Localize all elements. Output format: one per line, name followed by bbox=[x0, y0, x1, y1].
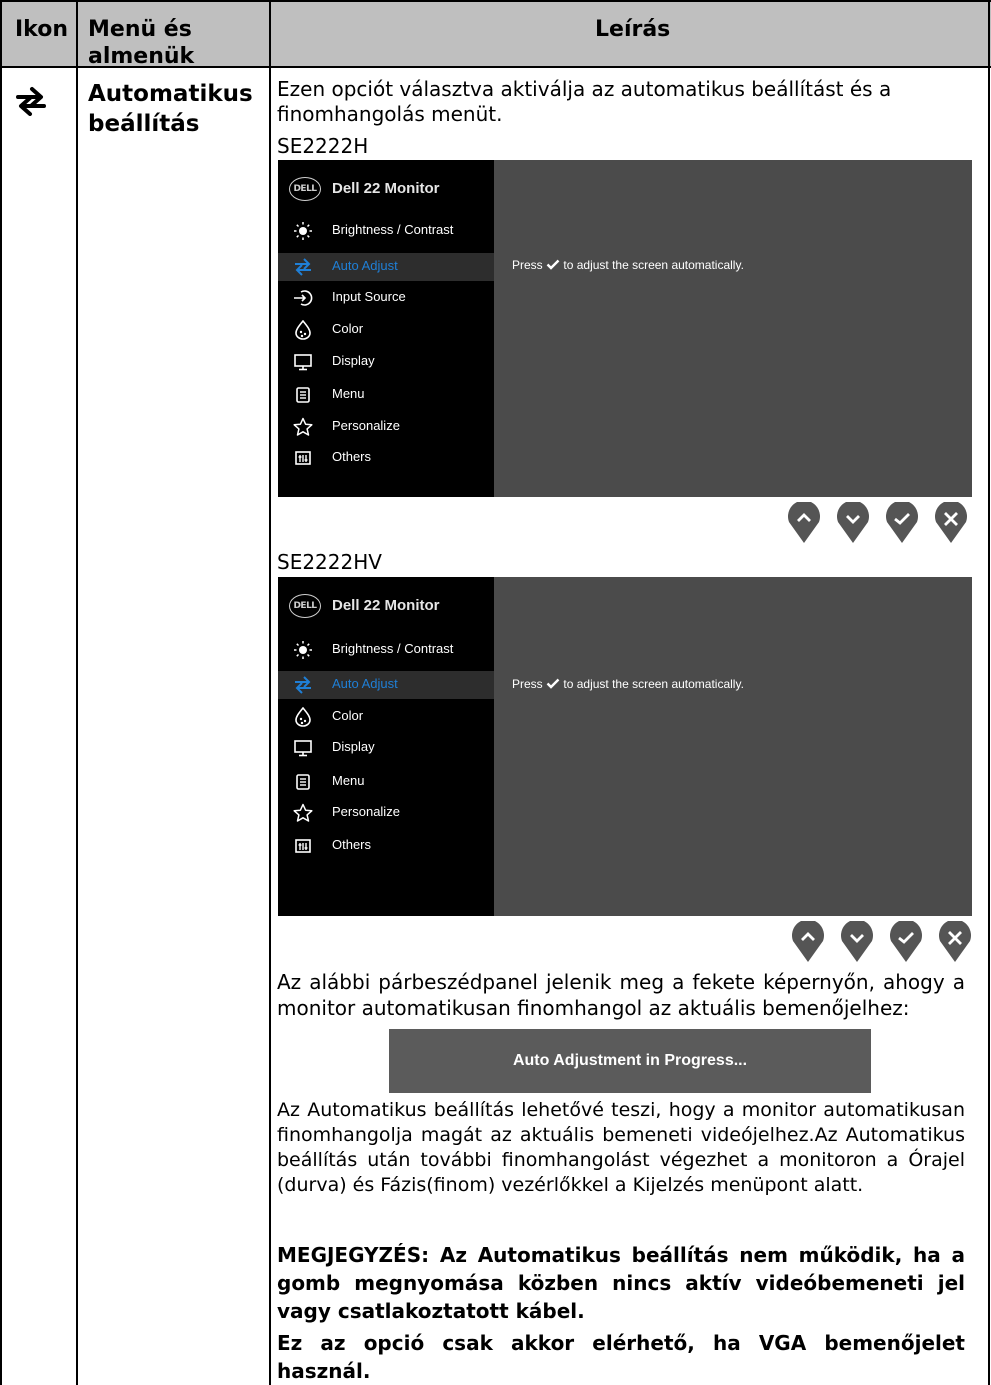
osd-item-label: Menu bbox=[332, 386, 365, 401]
others-icon bbox=[295, 839, 311, 853]
brightness-icon bbox=[294, 641, 312, 659]
header-description: Leírás bbox=[595, 17, 671, 42]
osd-item-label: Auto Adjust bbox=[332, 676, 398, 691]
osd-title: Dell 22 Monitor bbox=[332, 180, 440, 197]
check-icon bbox=[546, 259, 560, 270]
close-button[interactable] bbox=[934, 502, 968, 544]
display-icon bbox=[294, 354, 312, 371]
star-icon bbox=[293, 803, 313, 822]
menu-name: Automatikus beállítás bbox=[88, 81, 253, 137]
osd-item-color[interactable]: Color bbox=[278, 703, 494, 731]
auto-adjust-icon bbox=[295, 258, 311, 276]
table-border-top bbox=[0, 0, 991, 2]
osd-item-label: Color bbox=[332, 321, 364, 336]
model-label-2: SE2222HV bbox=[277, 550, 382, 574]
menu-icon bbox=[296, 774, 310, 790]
osd-item-input-source[interactable]: Input Source bbox=[278, 284, 494, 312]
osd-item-brightness[interactable]: Brightness / Contrast bbox=[278, 217, 494, 245]
osd-item-label: Others bbox=[332, 837, 372, 852]
down-button[interactable] bbox=[840, 921, 874, 963]
header-menu: Menü és almenük bbox=[88, 17, 195, 69]
osd-item-menu[interactable]: Menu bbox=[278, 768, 494, 796]
osd-item-others[interactable]: Others bbox=[278, 444, 494, 472]
osd-item-label: Display bbox=[332, 739, 375, 754]
osd-item-label: Color bbox=[332, 708, 364, 723]
confirm-button[interactable] bbox=[885, 502, 919, 544]
osd-item-label: Display bbox=[332, 353, 375, 368]
osd-item-display[interactable]: Display bbox=[278, 734, 494, 762]
osd-item-label: Menu bbox=[332, 773, 365, 788]
header-icon: Ikon bbox=[15, 17, 69, 42]
osd-item-label: Brightness / Contrast bbox=[332, 641, 454, 656]
table-border-left bbox=[0, 0, 2, 1385]
check-icon bbox=[546, 678, 560, 689]
osd-item-personalize[interactable]: Personalize bbox=[278, 799, 494, 827]
others-icon bbox=[295, 451, 311, 465]
note-text: MEGJEGYZÉS: Az Automatikus beállítás nem… bbox=[277, 1243, 965, 1323]
up-button[interactable] bbox=[791, 921, 825, 963]
table-col-divider-1 bbox=[76, 0, 78, 1385]
color-icon bbox=[295, 320, 311, 340]
osd-item-label: Auto Adjust bbox=[332, 258, 398, 273]
dell-logo: DELL bbox=[289, 177, 321, 201]
intro-text: Ezen opciót választva aktiválja az autom… bbox=[277, 77, 892, 126]
osd-item-auto-adjust[interactable]: Auto Adjust bbox=[278, 253, 494, 281]
display-icon bbox=[294, 740, 312, 757]
brightness-icon bbox=[294, 222, 312, 240]
vga-note-text: Ez az opció csak akkor elérhető, ha VGA … bbox=[277, 1331, 965, 1383]
model-label-1: SE2222H bbox=[277, 134, 369, 158]
osd-item-label: Others bbox=[332, 449, 372, 464]
osd-item-brightness[interactable]: Brightness / Contrast bbox=[278, 636, 494, 664]
osd-item-personalize[interactable]: Personalize bbox=[278, 413, 494, 441]
auto-adjust-progress-dialog: Auto Adjustment in Progress... bbox=[389, 1029, 871, 1093]
auto-adjust-icon bbox=[14, 86, 48, 120]
confirm-button[interactable] bbox=[889, 921, 923, 963]
osd-item-label: Personalize bbox=[332, 804, 400, 819]
auto-adjust-icon bbox=[295, 676, 311, 694]
osd-item-menu[interactable]: Menu bbox=[278, 381, 494, 409]
osd-item-label: Brightness / Contrast bbox=[332, 222, 454, 237]
osd-screenshot-2: DELL Dell 22 Monitor Brightness / Contra… bbox=[278, 577, 972, 916]
osd-item-label: Input Source bbox=[332, 289, 406, 304]
menu-icon bbox=[296, 387, 310, 403]
dialog-explanation: Az alábbi párbeszédpanel jelenik meg a f… bbox=[277, 970, 965, 1020]
color-icon bbox=[295, 707, 311, 727]
osd-item-label: Personalize bbox=[332, 418, 400, 433]
auto-adjust-description: Az Automatikus beállítás lehetővé teszi,… bbox=[277, 1099, 965, 1196]
osd-item-color[interactable]: Color bbox=[278, 316, 494, 344]
table-header-divider bbox=[0, 66, 991, 68]
osd-item-auto-adjust[interactable]: Auto Adjust bbox=[278, 671, 494, 699]
table-col-divider-2 bbox=[269, 0, 271, 1385]
dell-logo: DELL bbox=[289, 594, 321, 618]
osd-screenshot-1: DELL Dell 22 Monitor Brightness / Contra… bbox=[278, 160, 972, 497]
osd-item-others[interactable]: Others bbox=[278, 832, 494, 860]
star-icon bbox=[293, 417, 313, 436]
osd-message: Press to adjust the screen automatically… bbox=[512, 677, 744, 691]
input-source-icon bbox=[294, 290, 313, 306]
down-button[interactable] bbox=[836, 502, 870, 544]
osd-item-display[interactable]: Display bbox=[278, 348, 494, 376]
osd-message: Press to adjust the screen automatically… bbox=[512, 258, 744, 272]
table-border-right bbox=[988, 0, 990, 1385]
up-button[interactable] bbox=[787, 502, 821, 544]
close-button[interactable] bbox=[938, 921, 972, 963]
osd-title: Dell 22 Monitor bbox=[332, 597, 440, 614]
